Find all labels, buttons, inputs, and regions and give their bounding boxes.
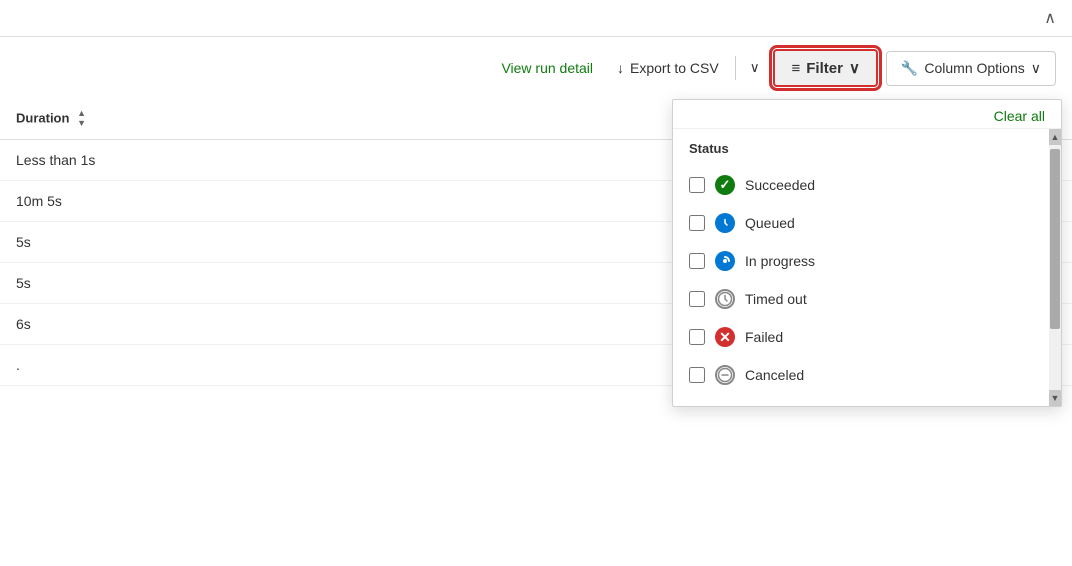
inprogress-checkbox[interactable] (689, 253, 705, 269)
filter-item-inprogress: In progress (689, 242, 1045, 280)
chevron-up-icon[interactable]: ∧ (1044, 8, 1056, 28)
top-bar: ∧ (0, 0, 1072, 37)
inprogress-label[interactable]: In progress (745, 253, 815, 269)
dropdown-header: Clear all (673, 100, 1061, 129)
scrollbar-down-button[interactable]: ▼ (1049, 390, 1061, 406)
dropdown-body: Status ✓ Succeeded Queued (673, 129, 1061, 406)
timedout-checkbox[interactable] (689, 291, 705, 307)
scrollbar-thumb[interactable] (1050, 149, 1060, 329)
download-icon: ↓ (617, 60, 624, 76)
canceled-checkbox[interactable] (689, 367, 705, 383)
filter-chevron-icon: ∨ (849, 59, 860, 77)
duration-cell: 5s (0, 262, 682, 303)
queued-icon (715, 213, 735, 233)
succeeded-label[interactable]: Succeeded (745, 177, 815, 193)
timedout-label[interactable]: Timed out (745, 291, 807, 307)
canceled-label[interactable]: Canceled (745, 367, 804, 383)
filter-item-succeeded: ✓ Succeeded (689, 166, 1045, 204)
export-chevron-button[interactable]: ∨ (744, 54, 766, 82)
queued-label[interactable]: Queued (745, 215, 795, 231)
export-divider (735, 56, 736, 80)
duration-cell: 5s (0, 221, 682, 262)
scrollbar-up-button[interactable]: ▲ (1049, 129, 1061, 145)
filter-button[interactable]: ≡ Filter ∨ (773, 49, 877, 87)
failed-icon: ✕ (715, 327, 735, 347)
scrollbar-track: ▲ ▼ (1049, 129, 1061, 406)
column-options-label: Column Options (924, 60, 1024, 76)
column-options-chevron-icon: ∨ (1031, 60, 1041, 77)
main-content: Duration ▲▼ Input Less than 1s ⇥ 10 (0, 99, 1072, 555)
column-options-button[interactable]: 🔧 Column Options ∨ (886, 51, 1056, 86)
timedout-icon (715, 289, 735, 309)
filter-icon: ≡ (791, 60, 800, 77)
duration-cell: 6s (0, 303, 682, 344)
filter-label: Filter (806, 60, 843, 77)
filter-item-canceled: Canceled (689, 356, 1045, 394)
filter-item-failed: ✕ Failed (689, 318, 1045, 356)
clear-all-button[interactable]: Clear all (994, 108, 1045, 124)
succeeded-checkbox[interactable] (689, 177, 705, 193)
filter-item-timedout: Timed out (689, 280, 1045, 318)
export-label: Export to CSV (630, 60, 719, 76)
queued-checkbox[interactable] (689, 215, 705, 231)
canceled-icon (715, 365, 735, 385)
status-section-label: Status (689, 141, 1045, 156)
export-csv-button[interactable]: ↓ Export to CSV (609, 54, 727, 82)
sort-icons: ▲▼ (77, 109, 86, 129)
duration-cell: 10m 5s (0, 180, 682, 221)
chevron-down-icon: ∨ (750, 60, 760, 75)
inprogress-icon (715, 251, 735, 271)
toolbar: View run detail ↓ Export to CSV ∨ ≡ Filt… (0, 37, 1072, 99)
failed-label[interactable]: Failed (745, 329, 783, 345)
filter-item-queued: Queued (689, 204, 1045, 242)
succeeded-icon: ✓ (715, 175, 735, 195)
wrench-icon: 🔧 (901, 60, 918, 77)
filter-dropdown-panel: Clear all Status ✓ Succeeded Queued (672, 99, 1062, 407)
duration-column-header[interactable]: Duration ▲▼ (0, 99, 682, 139)
failed-checkbox[interactable] (689, 329, 705, 345)
view-run-link[interactable]: View run detail (501, 60, 593, 76)
duration-cell: . (0, 344, 682, 385)
duration-cell: Less than 1s (0, 139, 682, 180)
